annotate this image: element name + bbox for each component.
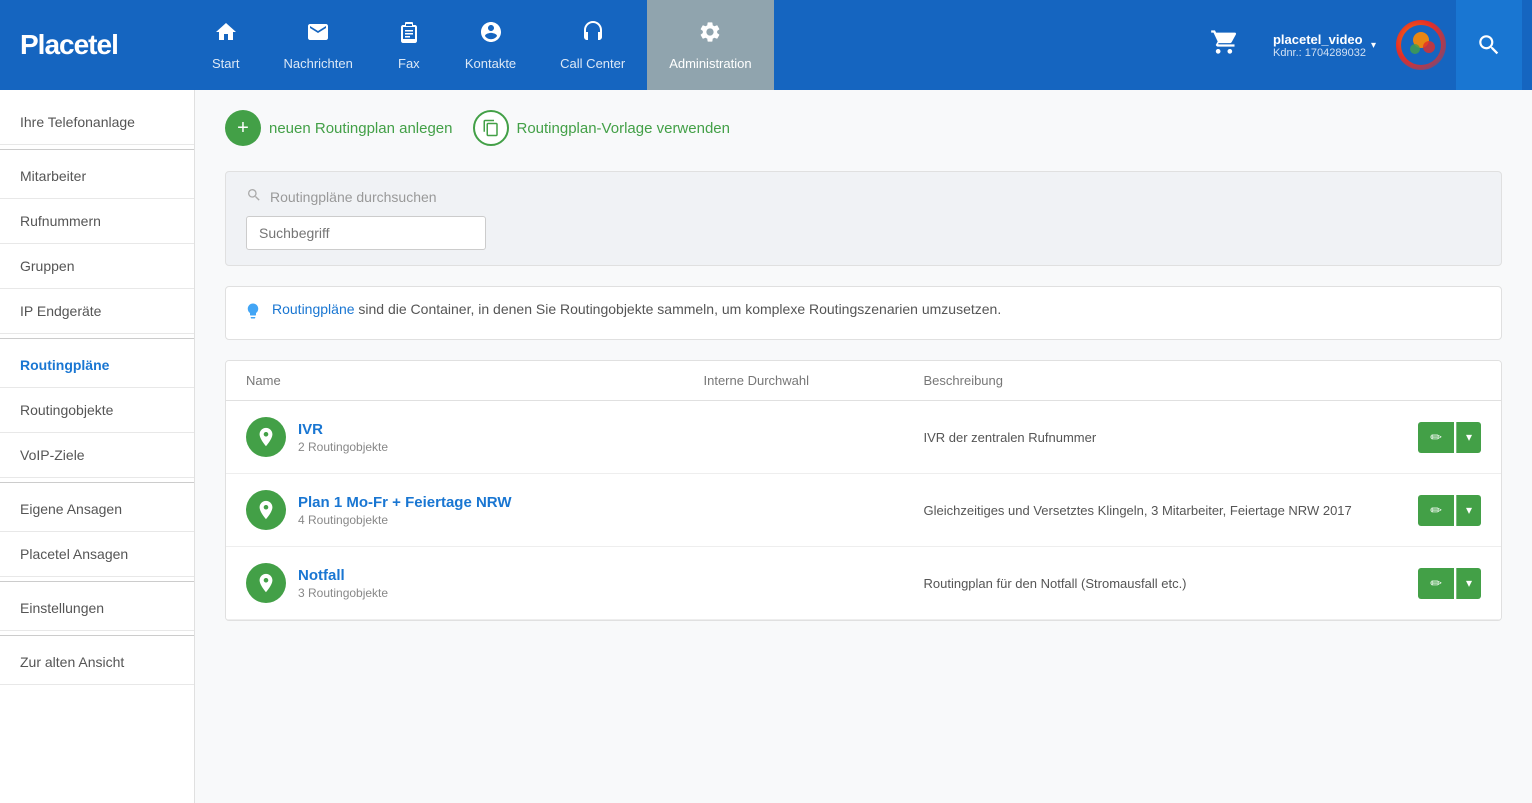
col-header-beschreibung: Beschreibung bbox=[924, 373, 1382, 388]
row-title-notfall[interactable]: Notfall bbox=[298, 567, 388, 584]
logo-text-plain: Place bbox=[20, 29, 88, 60]
row-title-ivr[interactable]: IVR bbox=[298, 421, 388, 438]
sidebar-item-ip-endgeraete[interactable]: IP Endgeräte bbox=[0, 289, 194, 334]
sidebar-item-eigene-ansagen[interactable]: Eigene Ansagen bbox=[0, 487, 194, 532]
table-row: IVR 2 Routingobjekte IVR der zentralen R… bbox=[226, 401, 1501, 474]
use-template-button[interactable]: Routingplan-Vorlage verwenden bbox=[473, 110, 730, 146]
home-icon bbox=[214, 20, 238, 50]
info-box: Routingpläne sind die Container, in dene… bbox=[225, 286, 1502, 340]
copy-circle-icon bbox=[473, 110, 509, 146]
info-link[interactable]: Routingpläne bbox=[272, 301, 355, 317]
action-buttons: + neuen Routingplan anlegen Routingplan-… bbox=[225, 110, 1502, 146]
search-section: Routingpläne durchsuchen bbox=[225, 171, 1502, 266]
user-dropdown-chevron: ▾ bbox=[1371, 40, 1376, 51]
new-routing-plan-button[interactable]: + neuen Routingplan anlegen bbox=[225, 110, 453, 146]
row-name-plan1: Plan 1 Mo-Fr + Feiertage NRW 4 Routingob… bbox=[246, 490, 704, 530]
new-routing-plan-label: neuen Routingplan anlegen bbox=[269, 120, 453, 137]
edit-button-plan1[interactable]: ✏ bbox=[1418, 495, 1454, 526]
edit-button-notfall[interactable]: ✏ bbox=[1418, 568, 1454, 599]
routing-table: Name Interne Durchwahl Beschreibung IVR … bbox=[225, 360, 1502, 621]
sidebar-item-routingplaene[interactable]: Routingpläne bbox=[0, 343, 194, 388]
row-icon-notfall bbox=[246, 563, 286, 603]
sidebar-item-gruppen[interactable]: Gruppen bbox=[0, 244, 194, 289]
row-sub-plan1: 4 Routingobjekte bbox=[298, 513, 512, 527]
search-label: Routingpläne durchsuchen bbox=[246, 187, 1481, 206]
nav-item-administration[interactable]: Administration bbox=[647, 0, 773, 90]
nav-item-callcenter[interactable]: Call Center bbox=[538, 0, 647, 90]
top-nav: Placetel Start Nachrichten Fax bbox=[0, 0, 1532, 90]
dropdown-button-ivr[interactable]: ▾ bbox=[1456, 422, 1481, 453]
row-desc-ivr: IVR der zentralen Rufnummer bbox=[924, 430, 1382, 445]
row-actions-plan1: ✏ ▾ bbox=[1381, 495, 1481, 526]
user-name: placetel_video bbox=[1273, 32, 1366, 47]
edit-button-ivr[interactable]: ✏ bbox=[1418, 422, 1454, 453]
plus-circle-icon: + bbox=[225, 110, 261, 146]
sidebar-item-voip-ziele[interactable]: VoIP-Ziele bbox=[0, 433, 194, 478]
table-row: Plan 1 Mo-Fr + Feiertage NRW 4 Routingob… bbox=[226, 474, 1501, 547]
headset-icon bbox=[581, 20, 605, 50]
avatar[interactable] bbox=[1396, 20, 1446, 70]
contact-icon bbox=[479, 20, 503, 50]
nav-label-start: Start bbox=[212, 56, 239, 71]
user-info[interactable]: placetel_video Kdnr.: 1704289032 ▾ bbox=[1263, 32, 1386, 59]
user-kdnr: Kdnr.: 1704289032 bbox=[1273, 47, 1366, 59]
row-sub-ivr: 2 Routingobjekte bbox=[298, 440, 388, 454]
logo-text-bold: tel bbox=[88, 29, 118, 60]
row-actions-notfall: ✏ ▾ bbox=[1381, 568, 1481, 599]
sidebar-item-placetel-ansagen[interactable]: Placetel Ansagen bbox=[0, 532, 194, 577]
search-input[interactable] bbox=[246, 216, 486, 250]
row-sub-notfall: 3 Routingobjekte bbox=[298, 586, 388, 600]
sidebar-item-einstellungen[interactable]: Einstellungen bbox=[0, 586, 194, 631]
row-title-plan1[interactable]: Plan 1 Mo-Fr + Feiertage NRW bbox=[298, 494, 512, 511]
row-icon-ivr bbox=[246, 417, 286, 457]
col-header-actions bbox=[1381, 373, 1481, 388]
main-content: + neuen Routingplan anlegen Routingplan-… bbox=[195, 90, 1532, 803]
search-label-icon bbox=[246, 187, 262, 206]
mail-icon bbox=[306, 20, 330, 50]
nav-item-nachrichten[interactable]: Nachrichten bbox=[261, 0, 374, 90]
nav-label-fax: Fax bbox=[398, 56, 420, 71]
settings-icon bbox=[698, 20, 722, 50]
dropdown-button-notfall[interactable]: ▾ bbox=[1456, 568, 1481, 599]
sidebar-item-zur-alten-ansicht[interactable]: Zur alten Ansicht bbox=[0, 640, 194, 685]
nav-item-kontakte[interactable]: Kontakte bbox=[443, 0, 538, 90]
row-actions-ivr: ✏ ▾ bbox=[1381, 422, 1481, 453]
dropdown-button-plan1[interactable]: ▾ bbox=[1456, 495, 1481, 526]
nav-label-kontakte: Kontakte bbox=[465, 56, 516, 71]
sidebar-item-routingobjekte[interactable]: Routingobjekte bbox=[0, 388, 194, 433]
row-name-ivr: IVR 2 Routingobjekte bbox=[246, 417, 704, 457]
fax-icon bbox=[397, 20, 421, 50]
bulb-icon bbox=[244, 302, 262, 325]
logo[interactable]: Placetel bbox=[20, 29, 160, 61]
info-text: Routingpläne sind die Container, in dene… bbox=[272, 301, 1001, 317]
row-desc-plan1: Gleichzeitiges und Versetztes Klingeln, … bbox=[924, 503, 1382, 518]
sidebar: Ihre Telefonanlage Mitarbeiter Rufnummer… bbox=[0, 90, 195, 803]
layout: Ihre Telefonanlage Mitarbeiter Rufnummer… bbox=[0, 90, 1532, 803]
sidebar-item-rufnummern[interactable]: Rufnummern bbox=[0, 199, 194, 244]
col-header-name: Name bbox=[246, 373, 704, 388]
nav-label-callcenter: Call Center bbox=[560, 56, 625, 71]
nav-item-fax[interactable]: Fax bbox=[375, 0, 443, 90]
table-row: Notfall 3 Routingobjekte Routingplan für… bbox=[226, 547, 1501, 620]
sidebar-item-telefonanlage[interactable]: Ihre Telefonanlage bbox=[0, 100, 194, 145]
search-icon-nav[interactable] bbox=[1456, 0, 1522, 90]
row-desc-notfall: Routingplan für den Notfall (Stromausfal… bbox=[924, 576, 1382, 591]
search-section-label: Routingpläne durchsuchen bbox=[270, 189, 437, 205]
nav-item-start[interactable]: Start bbox=[190, 0, 261, 90]
nav-right: placetel_video Kdnr.: 1704289032 ▾ bbox=[1195, 0, 1532, 90]
table-header: Name Interne Durchwahl Beschreibung bbox=[226, 361, 1501, 401]
nav-label-nachrichten: Nachrichten bbox=[283, 56, 352, 71]
cart-icon[interactable] bbox=[1195, 28, 1253, 63]
sidebar-item-mitarbeiter[interactable]: Mitarbeiter bbox=[0, 154, 194, 199]
nav-items: Start Nachrichten Fax Kontakte bbox=[190, 0, 1195, 90]
row-name-notfall: Notfall 3 Routingobjekte bbox=[246, 563, 704, 603]
row-icon-plan1 bbox=[246, 490, 286, 530]
nav-label-administration: Administration bbox=[669, 56, 751, 71]
col-header-durchwahl: Interne Durchwahl bbox=[704, 373, 924, 388]
info-description: sind die Container, in denen Sie Routing… bbox=[355, 301, 1002, 317]
use-template-label: Routingplan-Vorlage verwenden bbox=[517, 120, 730, 137]
